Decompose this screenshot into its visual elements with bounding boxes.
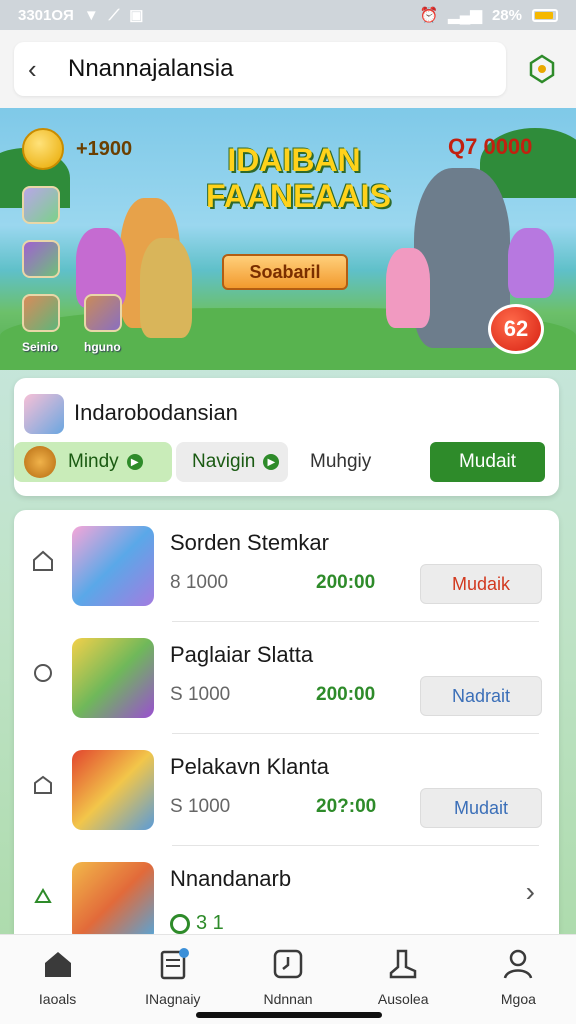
item-price: 8 1000 — [170, 572, 229, 593]
item-thumbnail — [72, 750, 154, 830]
clock-icon — [273, 949, 303, 979]
nav-label: Ausolea — [377, 991, 429, 1007]
side-thumb-2[interactable] — [22, 240, 60, 278]
settings-icon[interactable] — [522, 49, 562, 89]
ring-icon — [170, 913, 190, 934]
chip-label: Mudait — [458, 451, 517, 472]
profile-coin-icon[interactable] — [22, 128, 64, 170]
cell-signal-icon: ▂▄▆ — [448, 7, 482, 24]
side-thumb-1[interactable] — [22, 186, 60, 224]
user-icon — [504, 949, 533, 979]
item-action-button[interactable]: Mudait — [420, 788, 542, 828]
list-item[interactable]: Nnandanarb 3 1 › — [14, 846, 559, 934]
alarm-icon: ⏰ — [419, 7, 439, 24]
chip-mindy[interactable]: Mindy ▶ — [14, 442, 172, 482]
chip-label: Muhgiy — [310, 451, 372, 472]
battery-percent: 28% — [491, 6, 522, 24]
item-amount: 20?:00 — [316, 796, 377, 817]
arrow-right-icon: ▶ — [126, 454, 143, 470]
small-girl-character — [386, 248, 430, 328]
notification-icon: ▣ — [129, 7, 144, 24]
item-list: Sorden Stemkar 8 1000 200:00 Mudaik Pagl… — [14, 510, 559, 934]
bottom-nav: Iaoals INagnaiy Ndnnan Ausolea Mgoa — [0, 934, 576, 1024]
nav-item-boot[interactable]: Ausolea — [346, 935, 461, 1024]
item-amount: 200:00 — [316, 572, 376, 593]
hat-boy-character — [140, 238, 192, 338]
home-outline-icon — [33, 550, 53, 571]
banner-cta-button[interactable]: Soabaril — [222, 254, 348, 290]
nav-label: INagnaiy — [145, 991, 201, 1007]
nav-label: Ndnnan — [263, 991, 313, 1007]
nav-item-documents[interactable]: INagnaiy — [115, 935, 230, 1024]
coins-count: +1900 — [76, 138, 133, 160]
item-thumbnail — [72, 638, 154, 718]
chip-label: Mindy — [68, 451, 119, 472]
chip-muhgiy[interactable]: Muhgiy — [310, 442, 410, 482]
refresh-icon — [34, 664, 52, 682]
item-price: S 1000 — [170, 796, 231, 817]
side-thumb-3[interactable] — [22, 294, 60, 332]
item-title: Nnandanarb — [170, 866, 292, 891]
item-price: S 1000 — [170, 684, 231, 705]
list-item[interactable]: Pelakavn Klanta S 1000 20?:00 Mudait — [14, 734, 559, 846]
recycle-icon — [34, 888, 52, 903]
back-chevron-icon[interactable]: ‹ — [28, 54, 68, 85]
arrow-right-icon: ▶ — [263, 454, 280, 470]
score-count: Q7 0000 — [448, 134, 533, 159]
item-amount: 200:00 — [316, 684, 376, 705]
chip-mudait-button[interactable]: Mudait — [430, 442, 545, 482]
item-action-button[interactable]: Nadrait — [420, 676, 542, 716]
purple-creature-character — [508, 228, 554, 298]
list-item[interactable]: Paglaiar Slatta S 1000 200:00 Nadrait — [14, 622, 559, 734]
chevron-right-icon[interactable]: › — [526, 876, 535, 908]
category-avatar — [24, 394, 64, 434]
status-bar: 3301OЯ ▼ ⟋ ▣ ⏰ ▂▄▆ 28% — [0, 0, 576, 30]
list-item[interactable]: Sorden Stemkar 8 1000 200:00 Mudaik — [14, 510, 559, 622]
item-title: Pelakavn Klanta — [170, 754, 329, 779]
document-icon — [160, 948, 189, 980]
app-header: ‹ Nnannajalansia — [0, 30, 576, 108]
lion-face-icon — [24, 446, 56, 478]
item-thumbnail — [72, 862, 154, 934]
banner-title: IDAIBAN FAANEAAIS — [206, 142, 391, 214]
signal-icon: ⟋ — [108, 6, 120, 24]
battery-icon — [532, 8, 558, 22]
page-title: Nnannajalansia — [68, 55, 234, 82]
side-thumb-4[interactable] — [84, 294, 122, 332]
nav-item-profile[interactable]: Mgoa — [461, 935, 576, 1024]
nav-label: Iaoals — [38, 991, 77, 1007]
item-title: Sorden Stemkar — [170, 530, 329, 555]
nav-label: Mgoa — [500, 991, 536, 1007]
nav-item-clock[interactable]: Ndnnan — [230, 935, 345, 1024]
nav-item-home[interactable]: Iaoals — [0, 935, 115, 1024]
filter-card: Indarobodansian Mindy ▶ Navigin ▶ Muhgiy… — [14, 378, 559, 496]
level-badge[interactable]: 62 — [488, 304, 544, 354]
item-title: Paglaiar Slatta — [170, 642, 314, 667]
thumb-label-2: hguno — [84, 340, 121, 354]
chip-navigin[interactable]: Navigin ▶ — [176, 442, 288, 482]
wifi-icon: ▼ — [83, 6, 99, 24]
item-thumbnail — [72, 526, 154, 606]
home-indicator[interactable] — [196, 1012, 382, 1018]
counter-value: 3 1 — [196, 912, 224, 934]
boot-icon — [389, 949, 417, 979]
chip-label: Navigin — [192, 451, 256, 472]
item-counter: 3 1 — [170, 912, 224, 934]
status-time: 3301OЯ — [18, 6, 74, 24]
item-action-button[interactable]: Mudaik — [420, 564, 542, 604]
house-icon — [34, 775, 52, 794]
header-card: ‹ Nnannajalansia — [14, 42, 506, 96]
home-icon — [44, 952, 71, 977]
filter-title: Indarobodansian — [74, 400, 238, 425]
thumb-label-1: Seinio — [22, 340, 59, 354]
